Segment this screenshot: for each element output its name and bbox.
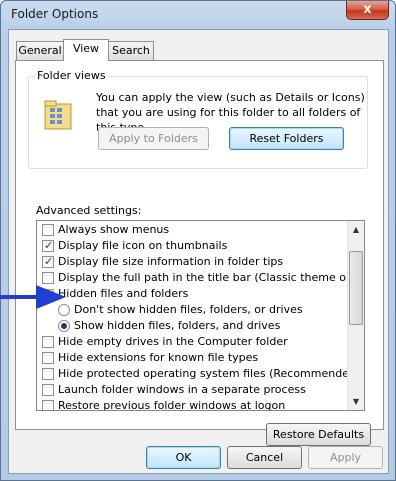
checkbox[interactable] — [42, 384, 54, 396]
folder-details-icon — [44, 100, 72, 130]
tab-view[interactable]: View — [63, 39, 109, 61]
list-item-label: Hide protected operating system files (R… — [58, 367, 361, 380]
apply-button[interactable]: Apply — [308, 446, 383, 469]
radio-button-selected[interactable] — [58, 320, 70, 332]
vertical-scrollbar[interactable]: ▲ ▼ — [347, 221, 364, 410]
radio-dot-icon — [61, 323, 67, 329]
checkbox[interactable] — [42, 400, 54, 410]
folder-options-window: Folder Options x General View Search Fol… — [0, 0, 396, 481]
advanced-settings-label: Advanced settings: — [36, 204, 142, 217]
list-item-label: Show hidden files, folders, and drives — [74, 319, 281, 332]
list-item-label: Display file icon on thumbnails — [58, 239, 228, 252]
list-item-label: Always show menus — [58, 223, 170, 236]
tab-search[interactable]: Search — [108, 41, 154, 60]
window-title: Folder Options — [11, 7, 99, 21]
list-item-label: Display the full path in the title bar (… — [58, 271, 365, 284]
dialog-client-area: General View Search Folder views You can… — [8, 29, 389, 474]
cancel-button[interactable]: Cancel — [227, 446, 302, 469]
checkbox[interactable] — [42, 224, 54, 236]
list-item-label: Display file size information in folder … — [58, 255, 284, 268]
restore-defaults-button[interactable]: Restore Defaults — [266, 423, 371, 446]
list-item-label: Hide empty drives in the Computer folder — [58, 335, 288, 348]
checkbox-checked[interactable]: ✓ — [42, 239, 54, 252]
checkbox[interactable] — [42, 352, 54, 364]
list-item-label: Don't show hidden files, folders, or dri… — [74, 303, 303, 316]
tab-general[interactable]: General — [16, 41, 64, 60]
advanced-settings-list[interactable]: Always show menus ✓ Display file icon on… — [36, 220, 365, 411]
check-icon: ✓ — [44, 239, 54, 252]
scroll-up-icon[interactable]: ▲ — [348, 221, 364, 238]
close-icon: x — [363, 2, 372, 17]
title-bar[interactable]: Folder Options x — [1, 1, 395, 29]
check-icon: ✓ — [44, 255, 54, 268]
tab-general-label: General — [18, 44, 62, 57]
scroll-down-icon[interactable]: ▼ — [348, 393, 364, 410]
apply-to-folders-button[interactable]: Apply to Folders — [98, 127, 209, 150]
tab-view-label: View — [72, 42, 100, 55]
view-tab-panel: Folder views You can apply the view (suc… — [15, 60, 384, 446]
list-item-label: Hidden files and folders — [58, 287, 189, 300]
folder-views-group: Folder views You can apply the view (suc… — [28, 69, 368, 169]
checkbox-checked[interactable]: ✓ — [42, 255, 54, 268]
list-item-label: Restore previous folder windows at logon — [58, 399, 286, 411]
reset-folders-button[interactable]: Reset Folders — [229, 127, 344, 150]
annotation-arrow-icon — [0, 285, 66, 309]
checkbox[interactable] — [42, 336, 54, 348]
folder-views-label: Folder views — [35, 69, 108, 82]
list-item-label: Hide extensions for known file types — [58, 351, 259, 364]
tab-search-label: Search — [112, 44, 150, 57]
list-item-label: Launch folder windows in a separate proc… — [58, 383, 306, 396]
scrollbar-thumb[interactable] — [349, 251, 363, 325]
close-button[interactable]: x — [346, 1, 389, 20]
ok-button[interactable]: OK — [146, 446, 221, 469]
checkbox[interactable] — [42, 368, 54, 380]
